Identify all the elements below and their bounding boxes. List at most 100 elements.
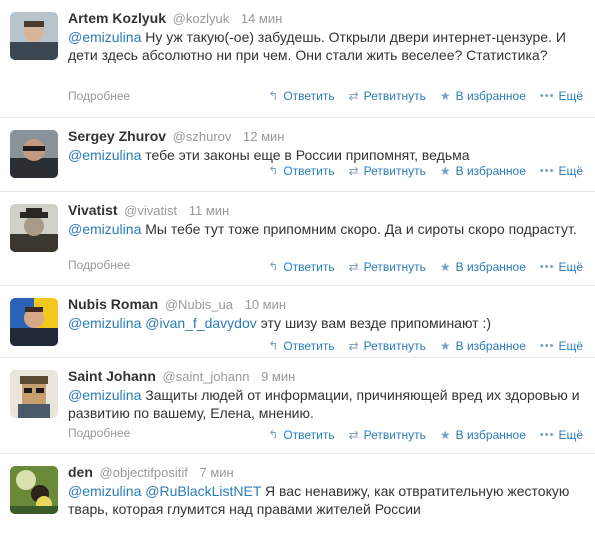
tweet: Saint Johann @saint_johann 9 мин @emizul…: [0, 358, 595, 454]
username[interactable]: @szhurov: [173, 129, 232, 144]
reply-icon: ↰: [268, 339, 279, 353]
favorite-label: В избранное: [455, 164, 526, 178]
timestamp[interactable]: 12 мин: [243, 129, 284, 144]
retweet-label: Ретвитнуть: [363, 428, 426, 442]
tweet-text: @emizulina Мы тебе тут тоже припомним ск…: [68, 220, 583, 238]
tweet-stream: Artem Kozlyuk @kozlyuk 14 мин @emizulina…: [0, 0, 595, 545]
reply-button[interactable]: ↰ Ответить: [268, 428, 334, 442]
reply-icon: ↰: [268, 89, 279, 103]
retweet-label: Ретвитнуть: [363, 339, 426, 353]
avatar[interactable]: [10, 204, 58, 252]
more-button[interactable]: ••• Ещё: [540, 89, 583, 103]
username[interactable]: @vivatist: [124, 203, 177, 218]
mention-link[interactable]: @emizulina: [68, 387, 141, 403]
favorite-button[interactable]: ★ В избранное: [440, 89, 526, 103]
favorite-button[interactable]: ★ В избранное: [440, 339, 526, 353]
reply-icon: ↰: [268, 260, 279, 274]
reply-label: Ответить: [283, 260, 335, 274]
tweet-actions: ↰ Ответить ⇄ Ретвитнуть ★ В избранное ••• Ещ…: [254, 164, 583, 178]
retweet-icon: ⇄: [348, 164, 359, 178]
reply-label: Ответить: [283, 164, 335, 178]
more-button[interactable]: ••• Ещё: [540, 428, 583, 442]
mention-link[interactable]: @emizulina: [68, 483, 141, 499]
reply-label: Ответить: [283, 339, 335, 353]
favorite-button[interactable]: ★ В избранное: [440, 428, 526, 442]
retweet-icon: ⇄: [348, 89, 359, 103]
timestamp[interactable]: 9 мин: [261, 369, 295, 384]
more-button[interactable]: ••• Ещё: [540, 339, 583, 353]
retweet-button[interactable]: ⇄ Ретвитнуть: [349, 164, 426, 178]
more-button[interactable]: ••• Ещё: [540, 260, 583, 274]
fullname[interactable]: Nubis Roman: [68, 296, 158, 312]
details-link[interactable]: Подробнее: [68, 258, 130, 272]
tweet-body: Ну уж такую(-ое) забудешь. Открыли двери…: [68, 29, 566, 63]
favorite-label: В избранное: [455, 260, 526, 274]
favorite-label: В избранное: [455, 339, 526, 353]
more-dots-icon: •••: [539, 429, 555, 441]
timestamp[interactable]: 7 мин: [200, 465, 234, 480]
star-icon: ★: [439, 164, 451, 178]
username[interactable]: @kozlyuk: [173, 11, 230, 26]
tweet-actions: ↰ Ответить ⇄ Ретвитнуть ★ В избранное ••• Ещ…: [254, 339, 583, 353]
retweet-icon: ⇄: [348, 428, 359, 442]
reply-button[interactable]: ↰ Ответить: [268, 89, 334, 103]
fullname[interactable]: Vivatist: [68, 202, 118, 218]
star-icon: ★: [439, 428, 451, 442]
tweet: Artem Kozlyuk @kozlyuk 14 мин @emizulina…: [0, 0, 595, 118]
favorite-label: В избранное: [455, 89, 526, 103]
fullname[interactable]: den: [68, 464, 93, 480]
tweet-text: @emizulina Защиты людей от информации, п…: [68, 386, 583, 422]
favorite-button[interactable]: ★ В избранное: [440, 164, 526, 178]
fullname[interactable]: Saint Johann: [68, 368, 156, 384]
timestamp[interactable]: 11 мин: [189, 203, 230, 218]
reply-label: Ответить: [283, 428, 335, 442]
tweet-text: @emizulina @RuBlackListNET Я вас ненавиж…: [68, 482, 583, 518]
details-link[interactable]: Подробнее: [68, 89, 130, 103]
tweet-body: Мы тебе тут тоже припомним скоро. Да и с…: [141, 221, 577, 237]
retweet-button[interactable]: ⇄ Ретвитнуть: [349, 428, 426, 442]
retweet-label: Ретвитнуть: [363, 260, 426, 274]
tweet-header: Artem Kozlyuk @kozlyuk 14 мин: [68, 10, 282, 27]
mention-link[interactable]: @emizulina: [68, 221, 141, 237]
avatar[interactable]: [10, 12, 58, 60]
username[interactable]: @objectifpositif: [100, 465, 188, 480]
tweet-header: Sergey Zhurov @szhurov 12 мин: [68, 128, 284, 145]
avatar[interactable]: [10, 370, 58, 418]
tweet-text: @emizulina @ivan_f_davydov эту шизу вам …: [68, 314, 583, 332]
favorite-label: В избранное: [455, 428, 526, 442]
more-button[interactable]: ••• Ещё: [540, 164, 583, 178]
avatar[interactable]: [10, 130, 58, 178]
favorite-button[interactable]: ★ В избранное: [440, 260, 526, 274]
star-icon: ★: [439, 89, 451, 103]
retweet-label: Ретвитнуть: [363, 89, 426, 103]
more-label: Ещё: [558, 89, 583, 103]
mention-link[interactable]: @ivan_f_davydov: [145, 315, 257, 331]
reply-button[interactable]: ↰ Ответить: [268, 260, 334, 274]
tweet-body: тебе эти законы еще в России припомнят, …: [141, 147, 470, 163]
timestamp[interactable]: 10 мин: [245, 297, 286, 312]
mention-link[interactable]: @emizulina: [68, 315, 141, 331]
tweet-actions: ↰ Ответить ⇄ Ретвитнуть ★ В избранное ••• Ещ…: [254, 428, 583, 442]
username[interactable]: @Nubis_ua: [165, 297, 233, 312]
username[interactable]: @saint_johann: [163, 369, 250, 384]
mention-link[interactable]: @RuBlackListNET: [145, 483, 261, 499]
mention-link[interactable]: @emizulina: [68, 147, 141, 163]
more-dots-icon: •••: [539, 90, 555, 102]
retweet-button[interactable]: ⇄ Ретвитнуть: [349, 89, 426, 103]
avatar[interactable]: [10, 466, 58, 514]
reply-button[interactable]: ↰ Ответить: [268, 339, 334, 353]
details-link[interactable]: Подробнее: [68, 426, 130, 440]
retweet-button[interactable]: ⇄ Ретвитнуть: [349, 260, 426, 274]
tweet-header: Vivatist @vivatist 11 мин: [68, 202, 229, 219]
tweet-header: Nubis Roman @Nubis_ua 10 мин: [68, 296, 286, 313]
fullname[interactable]: Sergey Zhurov: [68, 128, 166, 144]
timestamp[interactable]: 14 мин: [241, 11, 282, 26]
mention-link[interactable]: @emizulina: [68, 29, 141, 45]
retweet-button[interactable]: ⇄ Ретвитнуть: [349, 339, 426, 353]
tweet-actions: ↰ Ответить ⇄ Ретвитнуть ★ В избранное ••• Ещ…: [254, 260, 583, 274]
more-dots-icon: •••: [539, 165, 555, 177]
tweet-text: @emizulina тебе эти законы еще в России …: [68, 146, 583, 164]
fullname[interactable]: Artem Kozlyuk: [68, 10, 166, 26]
reply-button[interactable]: ↰ Ответить: [268, 164, 334, 178]
avatar[interactable]: [10, 298, 58, 346]
